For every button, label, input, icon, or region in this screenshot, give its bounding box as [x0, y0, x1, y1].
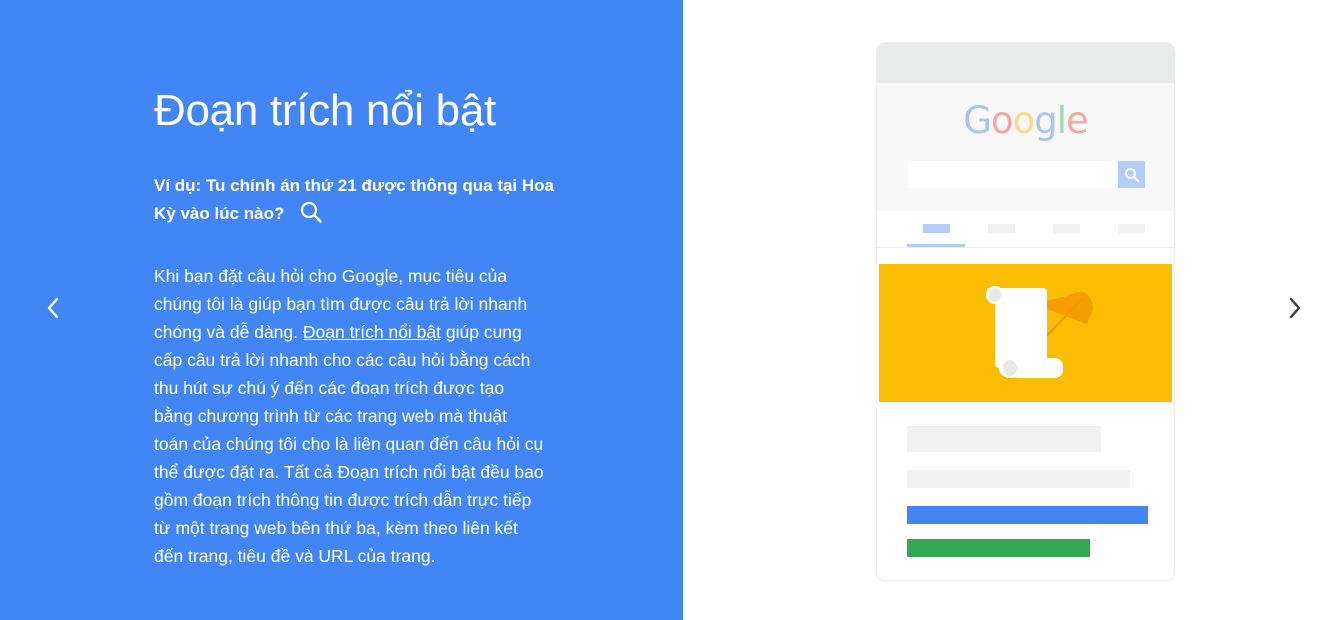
tab-placeholder-active — [923, 224, 950, 233]
example-question-text: Ví dụ: Tu chính án thứ 21 được thông qua… — [154, 176, 554, 223]
description-text-end: giúp cung cấp câu trả lời nhanh cho các … — [154, 322, 544, 566]
logo-letter: o — [990, 99, 1014, 142]
tab-placeholder — [1053, 224, 1080, 233]
logo-letter: G — [963, 99, 992, 142]
chevron-right-icon — [1289, 297, 1301, 319]
result-link-bar-blue — [907, 506, 1148, 524]
active-tab-underline — [907, 244, 965, 247]
previous-slide-button[interactable] — [38, 293, 68, 323]
result-tabs — [877, 211, 1174, 248]
next-slide-button[interactable] — [1280, 293, 1310, 323]
search-box-placeholder — [908, 161, 1118, 188]
logo-letter: e — [1065, 99, 1089, 142]
result-url-bar-green — [907, 539, 1090, 557]
description-paragraph: Khi bạn đặt câu hỏi cho Google, mục tiêu… — [154, 262, 544, 570]
search-button-illustration — [1118, 161, 1145, 188]
chevron-left-icon — [47, 297, 59, 319]
result-line-placeholder — [907, 470, 1130, 488]
logo-letter: o — [1012, 99, 1036, 142]
google-logo: Google — [877, 99, 1174, 142]
scroll-icon — [986, 286, 1093, 378]
phone-status-bar — [877, 43, 1174, 83]
feature-panel: Đoạn trích nổi bật Ví dụ: Tu chính án th… — [0, 0, 683, 620]
featured-snippets-link[interactable]: Đoạn trích nổi bật — [303, 322, 441, 342]
tab-placeholder — [988, 224, 1015, 233]
logo-letter: g — [1034, 99, 1057, 142]
example-question: Ví dụ: Tu chính án thứ 21 được thông qua… — [154, 172, 554, 228]
result-title-placeholder — [907, 426, 1101, 452]
tab-placeholder — [1118, 224, 1145, 233]
logo-letter: l — [1056, 99, 1067, 142]
search-icon — [299, 200, 323, 224]
featured-snippet-box — [879, 264, 1172, 402]
page-title: Đoạn trích nổi bật — [154, 86, 496, 135]
search-icon — [1124, 167, 1139, 182]
phone-illustration: Google — [877, 43, 1174, 580]
